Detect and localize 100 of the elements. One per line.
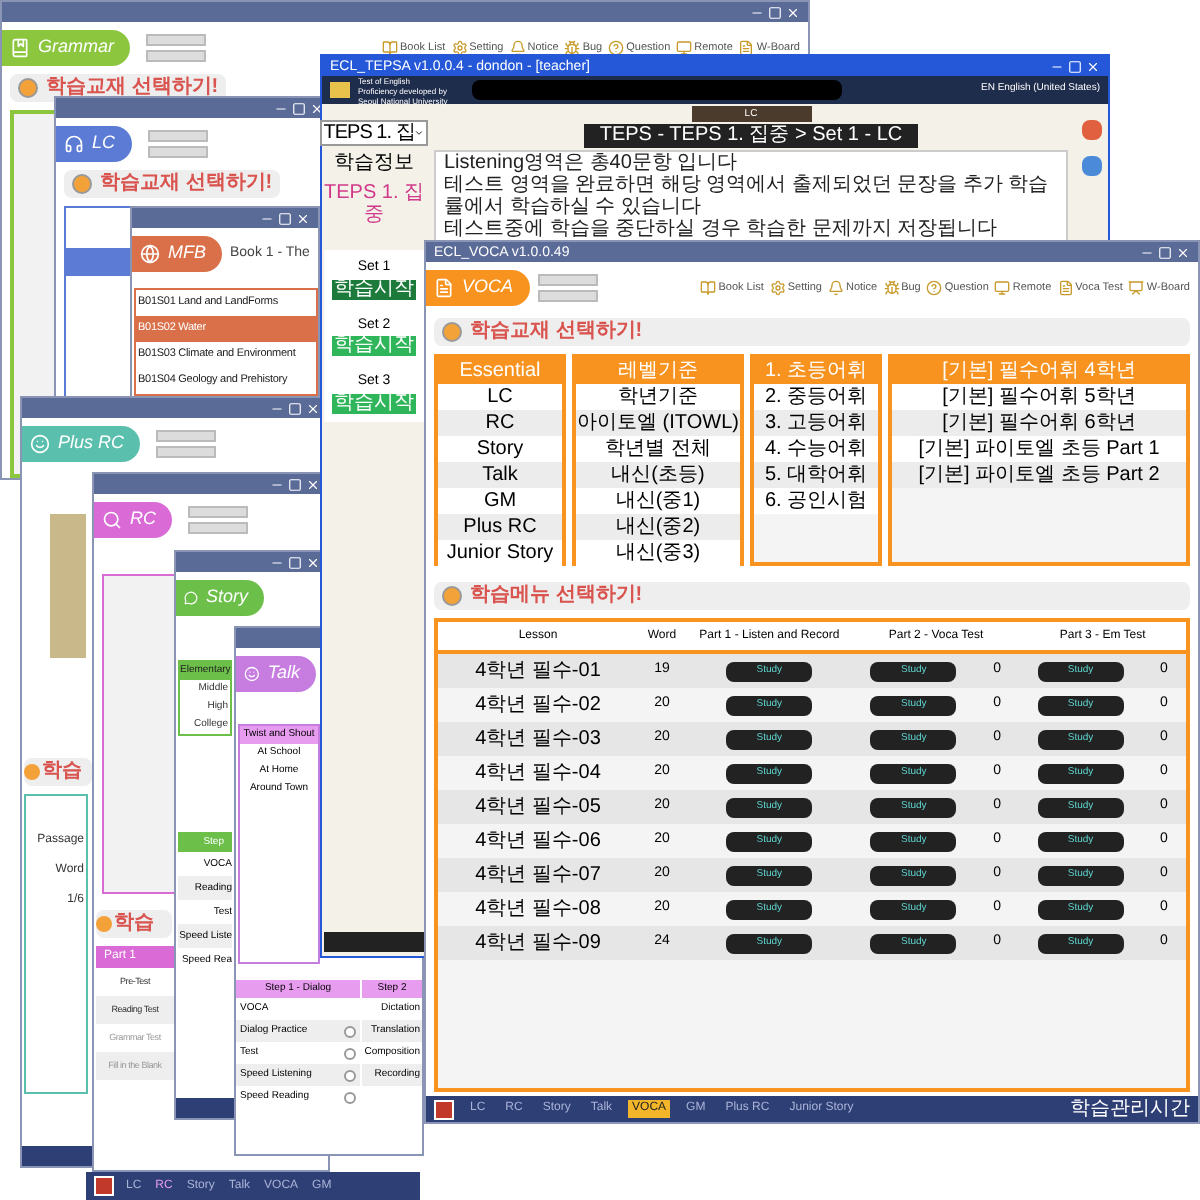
banner-text: 학습교재 선택하기! [470, 322, 643, 342]
list-item[interactable]: Talk [438, 462, 562, 488]
ecl-logo [94, 1176, 114, 1196]
list-item[interactable]: RC [438, 410, 562, 436]
search-icon [102, 510, 122, 530]
badge-icon [96, 916, 112, 932]
document-icon [434, 278, 454, 298]
list-item[interactable]: [기본] 필수어휘 6학년 [892, 410, 1186, 436]
badge-icon [18, 78, 38, 98]
bell-icon [827, 280, 844, 296]
logo-text: LC [92, 130, 116, 157]
table-cell-text: 4학년 필수-04 [473, 760, 603, 788]
banner-text: 학습교재 선택하기! [46, 78, 219, 98]
bug-icon [883, 280, 900, 296]
book-icon [381, 40, 398, 56]
info-value: TEPS 1. 집중 [324, 182, 424, 226]
list-item[interactable]: 학년기준 [576, 384, 740, 410]
checkbox[interactable] [344, 1069, 356, 1081]
list-item[interactable]: 4. 수능어휘 [754, 436, 878, 462]
start-button[interactable]: 학습시작 [332, 279, 416, 299]
checkbox[interactable] [344, 1091, 356, 1103]
list-item[interactable]: Story [438, 436, 562, 462]
list-item[interactable]: [기본] 필수어휘 5학년 [892, 384, 1186, 410]
maximize-icon[interactable] [288, 401, 302, 415]
table-cell-text: 4학년 필수-02 [473, 692, 603, 720]
headphones-icon [64, 134, 84, 154]
logo-text: Grammar [38, 34, 114, 61]
list-item[interactable]: 3. 고등어휘 [754, 410, 878, 436]
table-cell-text: 4학년 필수-08 [473, 896, 603, 924]
maximize-icon[interactable] [288, 477, 302, 491]
stat-box [537, 290, 598, 302]
logo-text: Plus RC [58, 430, 125, 457]
chat-icon [184, 588, 198, 608]
smile-icon [30, 434, 50, 454]
board-icon [1128, 280, 1145, 296]
stat-box [156, 446, 217, 458]
list-item[interactable]: [기본] 파이토엘 초등 Part 1 [892, 436, 1186, 462]
instruction-text: 테스트 영역을 완료하면 해당 영역에서 출제되었던 문장을 추가 학습률에서 학습하실 수 있습니다 [444, 174, 1051, 218]
checkbox[interactable] [344, 1025, 356, 1037]
logo-text: Talk [267, 660, 300, 687]
dropdown[interactable]: TEPS 1. 집 [319, 120, 429, 146]
clock-label: 학습관리시간 [1070, 1099, 1190, 1119]
banner-text: 학습교재 선택하기! [100, 174, 273, 194]
stat-box [146, 34, 206, 46]
banner-text: 학습 [114, 914, 154, 934]
logo-text: Story [205, 584, 248, 611]
media-bar [324, 932, 424, 952]
list-item[interactable]: 아이토엘 (ITOWL) [576, 410, 740, 436]
help-icon [926, 280, 943, 296]
logo-text: MFB [168, 240, 206, 267]
logo-text: VOCA [462, 274, 514, 301]
list-item[interactable]: 학년별 전체 [576, 436, 740, 462]
list-item[interactable]: 내신(초등) [576, 462, 740, 488]
ecl-logo [434, 1099, 454, 1119]
monitor-icon [994, 280, 1011, 296]
bug-icon [564, 40, 581, 56]
document-icon [738, 40, 755, 56]
chevron-down-icon [414, 128, 425, 138]
info-label: 학습정보 [334, 154, 414, 174]
list-item[interactable]: GM [438, 488, 562, 514]
monitor-icon [676, 40, 693, 56]
logo-text: RC [130, 506, 156, 533]
list-item[interactable]: 내신(중3) [576, 540, 740, 566]
maximize-icon[interactable] [1068, 59, 1082, 73]
maximize-icon[interactable] [768, 5, 782, 19]
maximize-icon[interactable] [1158, 245, 1172, 259]
stat-box [147, 130, 208, 142]
maximize-icon[interactable] [278, 211, 292, 225]
table-cell-text: 4학년 필수-06 [473, 828, 603, 856]
book-icon [700, 280, 717, 296]
maximize-icon[interactable] [292, 101, 306, 115]
list-item[interactable]: 2. 중등어휘 [754, 384, 878, 410]
table-cell-text: 4학년 필수-09 [473, 930, 603, 958]
bell-icon [509, 40, 526, 56]
list-item[interactable]: Junior Story [438, 540, 562, 566]
table-cell-text: 4학년 필수-03 [473, 726, 603, 754]
book-icon [10, 38, 30, 58]
list-item[interactable]: Plus RC [438, 514, 562, 540]
list-item[interactable]: 5. 대학어휘 [754, 462, 878, 488]
maximize-icon[interactable] [288, 555, 302, 569]
close-icon[interactable] [1086, 59, 1100, 73]
settings-icon [769, 280, 786, 296]
stat-box [147, 146, 208, 158]
badge-icon [72, 174, 92, 194]
list-item[interactable]: [기본] 파이토엘 초등 Part 2 [892, 462, 1186, 488]
settings-icon [451, 40, 468, 56]
checkbox[interactable] [344, 1047, 356, 1059]
table-cell-text: 4학년 필수-01 [473, 658, 603, 686]
list-item[interactable]: 내신(중2) [576, 514, 740, 540]
banner-text: 학습메뉴 선택하기! [470, 586, 643, 606]
university-logo [330, 82, 350, 98]
table-cell-text: 4학년 필수-05 [473, 794, 603, 822]
stat-box [188, 522, 248, 534]
list-item[interactable]: 내신(중1) [576, 488, 740, 514]
globe-icon [140, 244, 160, 264]
stat-box [537, 274, 598, 286]
stat-box [156, 430, 217, 442]
list-item[interactable]: LC [438, 384, 562, 410]
badge-icon [442, 322, 462, 342]
list-item[interactable]: 6. 공인시험 [754, 488, 878, 514]
